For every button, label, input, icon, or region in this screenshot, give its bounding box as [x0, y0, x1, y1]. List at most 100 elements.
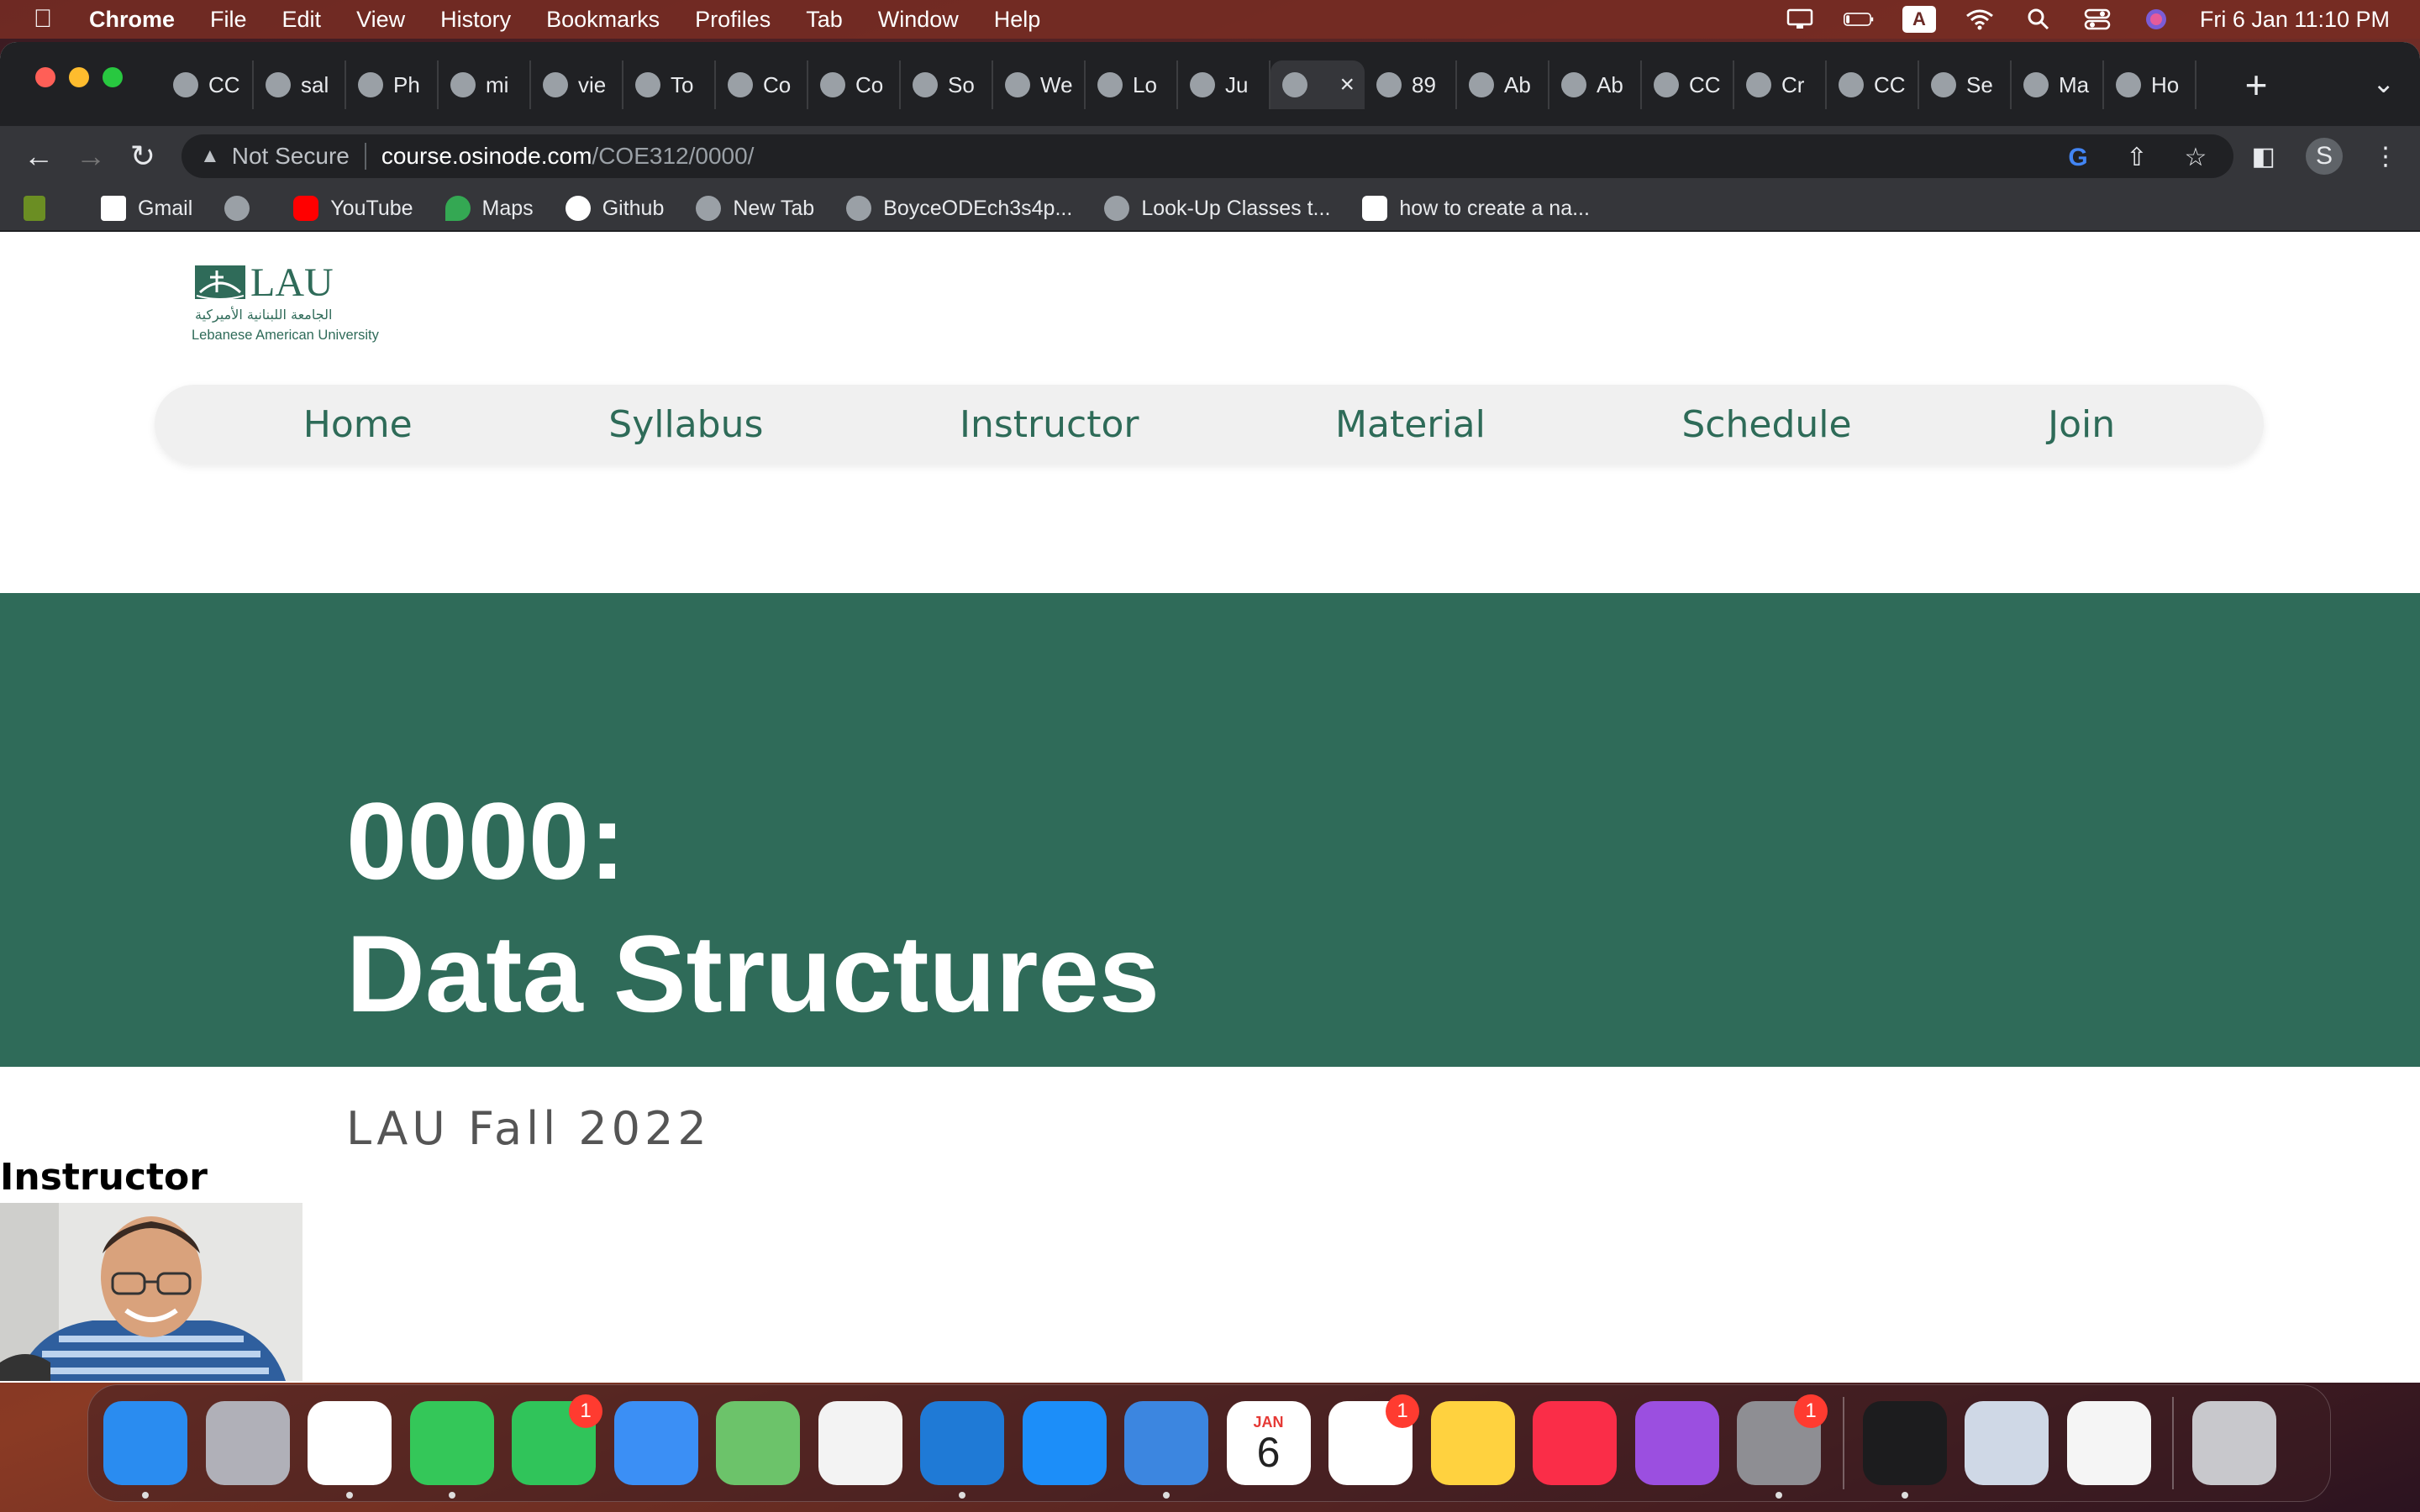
nav-schedule[interactable]: Schedule	[1681, 403, 1851, 446]
menu-file[interactable]: File	[210, 7, 247, 33]
trash-icon[interactable]	[2192, 1401, 2276, 1485]
warning-icon[interactable]: ▲	[200, 144, 220, 168]
menu-tab[interactable]: Tab	[806, 7, 843, 33]
textedit-icon[interactable]	[2066, 1401, 2151, 1485]
browser-tab[interactable]: CC	[1827, 60, 1919, 109]
nav-syllabus[interactable]: Syllabus	[608, 403, 763, 446]
browser-tab[interactable]: So	[901, 60, 993, 109]
spotlight-search-icon[interactable]	[2023, 7, 2054, 32]
menu-app-name[interactable]: Chrome	[89, 7, 175, 33]
menu-bookmarks[interactable]: Bookmarks	[546, 7, 660, 33]
bookmark-item[interactable]: New Tab	[696, 196, 814, 221]
bookmark-item[interactable]: Gmail	[101, 196, 192, 221]
music-icon[interactable]	[1533, 1401, 1617, 1485]
browser-tab[interactable]: Co	[716, 60, 808, 109]
url-path[interactable]: /COE312/0000/	[592, 143, 754, 170]
browser-tab[interactable]: Co	[808, 60, 901, 109]
tab-search-chevron-icon[interactable]: ⌄	[2372, 67, 2395, 99]
profile-avatar[interactable]: S	[2306, 138, 2343, 175]
browser-tab[interactable]: mi	[439, 60, 531, 109]
finder-icon[interactable]	[103, 1401, 187, 1499]
bookmark-item[interactable]: Github	[565, 196, 664, 221]
display-icon[interactable]	[1785, 7, 1815, 32]
terminal-icon[interactable]	[1862, 1401, 1947, 1499]
browser-tab[interactable]: vie	[531, 60, 623, 109]
bookmark-item[interactable]	[224, 196, 261, 221]
browser-tab[interactable]: Ma	[2012, 60, 2104, 109]
maps-icon[interactable]	[716, 1401, 800, 1485]
browser-tab[interactable]: Ph	[346, 60, 439, 109]
browser-tab[interactable]: Ab	[1549, 60, 1642, 109]
menu-profiles[interactable]: Profiles	[695, 7, 771, 33]
security-label[interactable]: Not Secure	[232, 143, 350, 170]
menubar-clock[interactable]: Fri 6 Jan 11:10 PM	[2200, 7, 2390, 33]
bookmark-item[interactable]: how to create a na...	[1362, 196, 1590, 221]
url-host[interactable]: course.osinode.com	[381, 143, 592, 170]
globe-icon	[1839, 72, 1864, 97]
browser-tab[interactable]: Ju	[1178, 60, 1270, 109]
chrome-icon[interactable]	[308, 1401, 392, 1499]
control-center-icon[interactable]	[2082, 7, 2112, 32]
browser-tab[interactable]: Cr	[1734, 60, 1827, 109]
address-bar[interactable]: ▲ Not Secure course.osinode.com/COE312/0…	[182, 134, 2233, 178]
xcode-icon[interactable]	[1124, 1401, 1208, 1499]
mail-icon[interactable]	[613, 1401, 698, 1485]
kebab-menu-icon[interactable]: ⋮	[2373, 142, 2398, 171]
bookmark-item[interactable]: BoyceODEch3s4p...	[846, 196, 1072, 221]
bookmark-star-icon[interactable]: ☆	[2181, 143, 2210, 172]
preview-icon[interactable]	[1965, 1401, 2049, 1485]
nav-instructor[interactable]: Instructor	[960, 403, 1139, 446]
zoom-window-button[interactable]	[103, 67, 123, 87]
podcasts-icon[interactable]	[1634, 1401, 1719, 1485]
calendar-icon[interactable]: JAN 6	[1226, 1401, 1311, 1485]
settings-icon[interactable]: 1	[1737, 1394, 1828, 1499]
menu-help[interactable]: Help	[994, 7, 1041, 33]
bookmark-item[interactable]: YouTube	[293, 196, 413, 221]
bookmark-item[interactable]: Look-Up Classes t...	[1104, 196, 1330, 221]
appstore-icon[interactable]	[1022, 1401, 1107, 1485]
photos-icon[interactable]	[818, 1401, 902, 1485]
forward-arrow-icon[interactable]: →	[74, 139, 108, 173]
browser-tab[interactable]: CC	[1642, 60, 1734, 109]
browser-tab[interactable]: 89	[1365, 60, 1457, 109]
share-icon[interactable]: ⇧	[2123, 143, 2151, 172]
reload-icon[interactable]: ↻	[126, 139, 160, 173]
bookmark-item[interactable]	[24, 196, 69, 221]
browser-tab[interactable]: To	[623, 60, 716, 109]
menu-view[interactable]: View	[356, 7, 405, 33]
menu-history[interactable]: History	[440, 7, 511, 33]
wifi-icon[interactable]	[1965, 7, 1995, 32]
siri-icon[interactable]	[2141, 7, 2171, 32]
launchpad-icon[interactable]	[205, 1401, 290, 1485]
side-panel-icon[interactable]: ◧	[2252, 142, 2275, 171]
new-tab-button[interactable]: +	[2235, 62, 2277, 108]
back-arrow-icon[interactable]: ←	[22, 139, 55, 173]
bookmark-item[interactable]: Maps	[445, 196, 534, 221]
input-source-icon[interactable]: A	[1902, 6, 1936, 33]
vscode-icon[interactable]	[920, 1401, 1004, 1499]
browser-tab[interactable]: Ho	[2104, 60, 2196, 109]
messages-icon[interactable]	[409, 1401, 494, 1499]
browser-tab[interactable]: sal	[254, 60, 346, 109]
browser-tab[interactable]: CC	[161, 60, 254, 109]
nav-home[interactable]: Home	[303, 403, 413, 446]
browser-tab[interactable]: Se	[1919, 60, 2012, 109]
browser-tab[interactable]: ×	[1270, 60, 1365, 109]
nav-join[interactable]: Join	[2048, 403, 2115, 446]
close-tab-icon[interactable]: ×	[1339, 71, 1355, 99]
minimize-window-button[interactable]	[69, 67, 89, 87]
apple-icon[interactable]: 	[30, 5, 55, 34]
browser-tab[interactable]: Lo	[1086, 60, 1178, 109]
browser-tab[interactable]: Ab	[1457, 60, 1549, 109]
reminders-icon[interactable]: 1	[1328, 1394, 1419, 1485]
browser-tab[interactable]: We	[993, 60, 1086, 109]
menu-edit[interactable]: Edit	[282, 7, 322, 33]
menu-window[interactable]: Window	[878, 7, 959, 33]
battery-icon[interactable]	[1843, 7, 1874, 32]
lau-logo[interactable]: LAU الجامعة اللبنانية الأميركية Lebanese…	[192, 259, 402, 346]
notes-icon[interactable]	[1430, 1401, 1515, 1485]
google-lens-icon[interactable]: G	[2064, 144, 2092, 172]
close-window-button[interactable]	[35, 67, 55, 87]
facetime-icon[interactable]: 1	[512, 1394, 602, 1485]
nav-material[interactable]: Material	[1335, 403, 1486, 446]
